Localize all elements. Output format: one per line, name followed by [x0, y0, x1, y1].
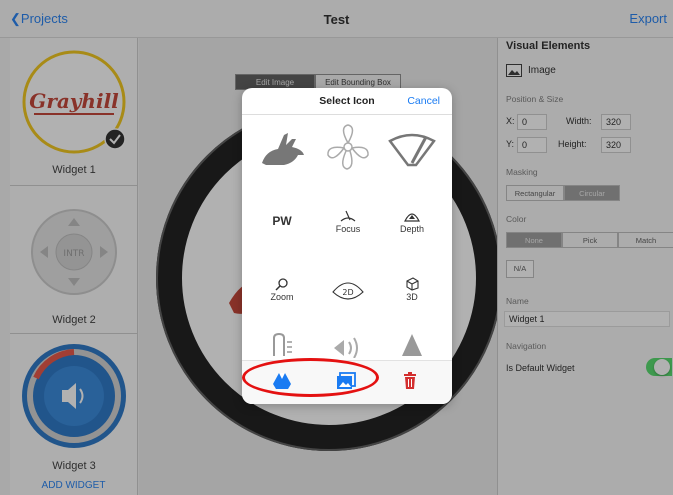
3d-label: 3D — [406, 291, 418, 302]
delete-button[interactable] — [400, 371, 420, 391]
cube-icon — [406, 276, 419, 291]
2d-icon: 2D — [332, 282, 364, 300]
depth-label: Depth — [399, 223, 425, 234]
volume-icon — [334, 337, 358, 358]
depth-icon — [404, 212, 420, 222]
2d-icon-option[interactable]: 2D — [316, 260, 380, 318]
rabbit-icon-option[interactable] — [250, 118, 314, 176]
pw-icon: PW — [272, 214, 292, 228]
fan-icon — [327, 124, 369, 170]
focus-icon — [340, 210, 356, 221]
cancel-button[interactable]: Cancel — [407, 95, 440, 107]
light-beam-icon — [273, 332, 292, 356]
svg-text:2D: 2D — [342, 288, 353, 297]
rabbit-icon — [262, 133, 304, 165]
focus-icon-option[interactable]: Focus — [316, 192, 380, 250]
divider — [242, 114, 452, 115]
fan-icon-option[interactable] — [316, 118, 380, 176]
zoom-icon-option[interactable]: Zoom — [250, 260, 314, 318]
cone-icon — [402, 334, 422, 356]
wiper-icon — [388, 133, 436, 167]
depth-icon-option[interactable]: Depth — [380, 192, 444, 250]
3d-icon-option[interactable]: 3D — [380, 260, 444, 318]
zoom-label: Zoom — [270, 291, 294, 302]
focus-label: Focus — [335, 223, 361, 234]
pw-icon-option[interactable]: PW — [250, 192, 314, 250]
highlight-annotation-ring — [242, 358, 379, 397]
select-icon-modal: Select Icon Cancel PW Focus Depth Zoom 2… — [242, 88, 452, 404]
magnifier-icon — [275, 277, 288, 291]
trash-icon — [404, 372, 416, 389]
wiper-icon-option[interactable] — [380, 118, 444, 176]
